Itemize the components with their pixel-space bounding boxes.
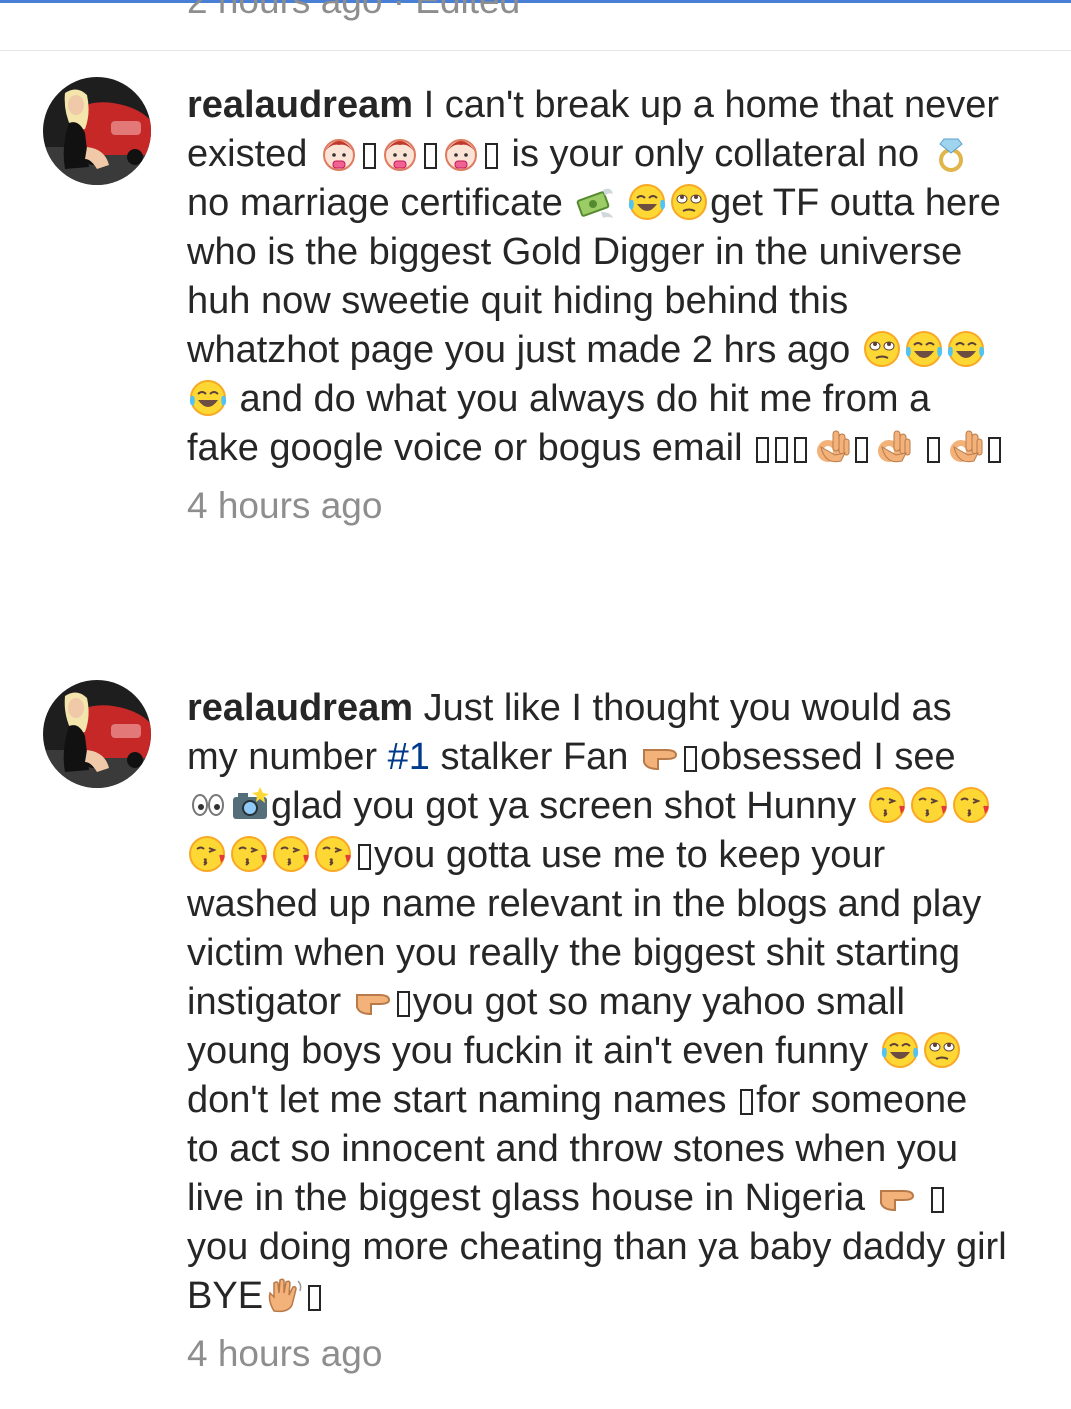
hashtag-link[interactable]: #1 — [388, 736, 430, 778]
blowing-kiss-emoji-icon — [868, 785, 908, 825]
pointing-right-emoji-icon — [353, 981, 393, 1021]
blowing-kiss-emoji-icon — [188, 834, 228, 874]
baby-emoji-icon — [441, 133, 481, 173]
blowing-kiss-emoji-icon — [314, 834, 354, 874]
comment-timestamp: 4 hours ago — [187, 485, 383, 526]
ok-hand-emoji-icon — [811, 427, 851, 467]
missing-glyph-icon — [358, 844, 371, 870]
comment-text: obsessed I see — [699, 736, 956, 778]
missing-glyph-icon — [423, 143, 437, 169]
comment-body: realaudream I can't break up a home that… — [187, 81, 1007, 530]
blowing-kiss-emoji-icon — [272, 834, 312, 874]
missing-glyph-icon — [484, 143, 498, 169]
eyes-emoji-icon — [188, 785, 228, 825]
rolling-eyes-emoji-icon — [862, 329, 902, 369]
missing-glyph-icon — [756, 437, 770, 463]
missing-glyph-icon — [931, 1187, 945, 1213]
missing-glyph-icon — [794, 437, 808, 463]
blowing-kiss-emoji-icon — [230, 834, 270, 874]
tears-of-joy-emoji-icon — [188, 378, 228, 418]
pointing-right-emoji-icon — [877, 1177, 917, 1217]
comment-body: realaudream Just like I thought you woul… — [187, 684, 1007, 1378]
comment-separator — [0, 50, 1071, 51]
ok-hand-emoji-icon — [872, 427, 912, 467]
missing-glyph-icon — [308, 1285, 322, 1311]
rolling-eyes-emoji-icon — [922, 1030, 962, 1070]
comment-username[interactable]: realaudream — [187, 84, 413, 126]
comment-text: don't let me start naming names — [187, 1079, 738, 1121]
missing-glyph-icon — [740, 1089, 754, 1115]
previous-comment-meta: 2 hours ago · Edited — [187, 0, 521, 21]
tears-of-joy-emoji-icon — [880, 1030, 920, 1070]
missing-glyph-icon — [362, 143, 376, 169]
blowing-kiss-emoji-icon — [952, 785, 992, 825]
comment-text: is your only collateral no — [500, 133, 930, 175]
tears-of-joy-emoji-icon — [946, 329, 986, 369]
rolling-eyes-emoji-icon — [669, 182, 709, 222]
missing-glyph-icon — [987, 437, 1001, 463]
avatar[interactable] — [43, 680, 151, 788]
ring-emoji-icon — [931, 133, 971, 173]
missing-glyph-icon — [396, 991, 410, 1017]
camera-flash-emoji-icon — [230, 785, 270, 825]
blowing-kiss-emoji-icon — [910, 785, 950, 825]
comment-text: glad you got ya screen shot Hunny — [271, 785, 867, 827]
waving-hand-emoji-icon — [264, 1275, 304, 1315]
money-with-wings-emoji-icon — [575, 182, 615, 222]
comment-text: stalker Fan — [429, 736, 639, 778]
pointing-right-emoji-icon — [640, 736, 680, 776]
comment-text: no marriage certificate — [187, 182, 574, 224]
missing-glyph-icon — [926, 437, 940, 463]
top-accent-line — [0, 0, 1071, 3]
ok-hand-emoji-icon — [944, 427, 984, 467]
tears-of-joy-emoji-icon — [627, 182, 667, 222]
missing-glyph-icon — [855, 437, 869, 463]
comment-username[interactable]: realaudream — [187, 687, 413, 729]
missing-glyph-icon — [683, 746, 697, 772]
baby-emoji-icon — [319, 133, 359, 173]
tears-of-joy-emoji-icon — [904, 329, 944, 369]
missing-glyph-icon — [775, 437, 789, 463]
baby-emoji-icon — [380, 133, 420, 173]
avatar[interactable] — [43, 77, 151, 185]
comment-timestamp: 4 hours ago — [187, 1333, 383, 1374]
